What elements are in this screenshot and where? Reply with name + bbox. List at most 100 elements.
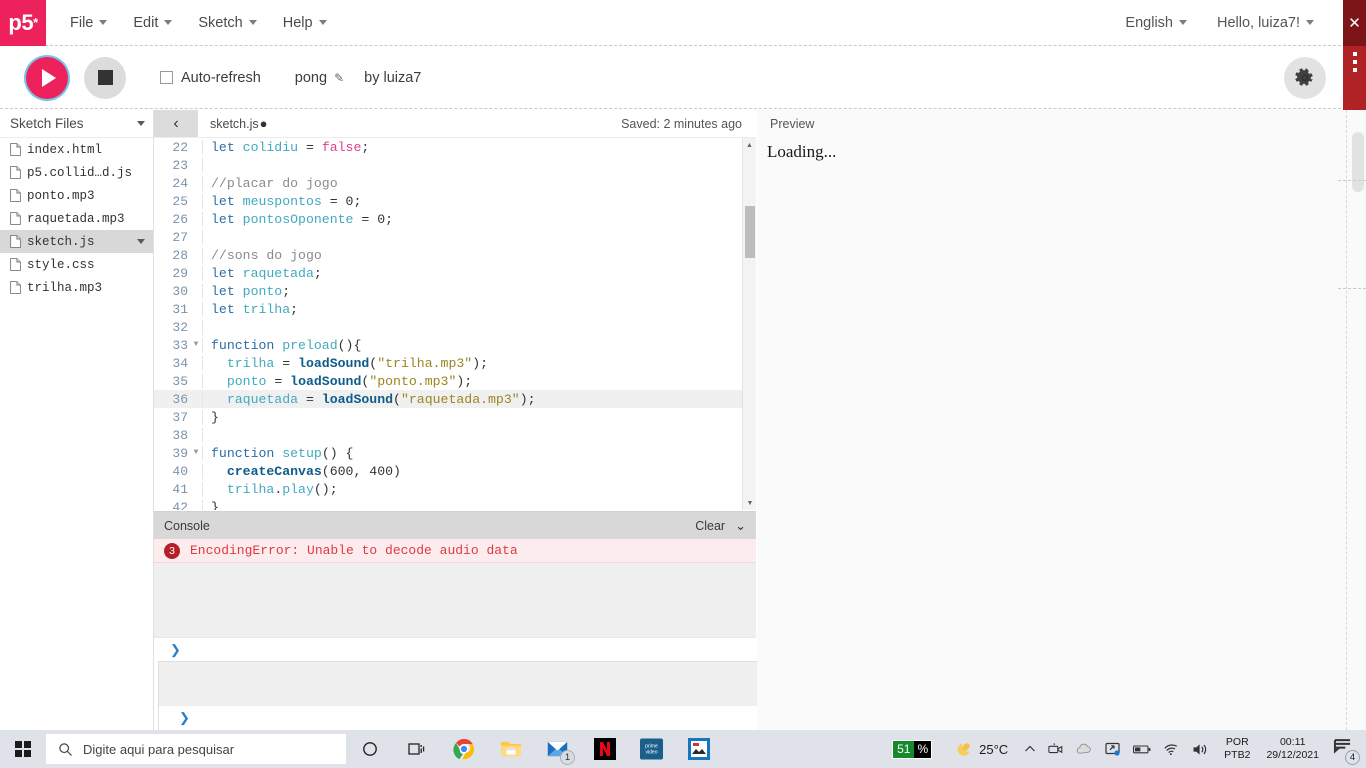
code-line[interactable]: 38 bbox=[154, 426, 756, 444]
code-line[interactable]: 32 bbox=[154, 318, 756, 336]
browser-overflow-menu[interactable] bbox=[1343, 46, 1366, 110]
file-item-raquetada-mp3[interactable]: raquetada.mp3 bbox=[0, 207, 153, 230]
screen-cast-tray-icon[interactable] bbox=[1099, 730, 1127, 768]
file-item-p5-collid-d-js[interactable]: p5.collid…d.js bbox=[0, 161, 153, 184]
auto-refresh-checkbox[interactable] bbox=[160, 71, 173, 84]
code-line[interactable]: 29 let raquetada; bbox=[154, 264, 756, 282]
language-indicator[interactable]: POR PTB2 bbox=[1216, 736, 1258, 762]
preview-loading-text: Loading... bbox=[767, 142, 837, 161]
onedrive-tray-icon[interactable] bbox=[1070, 730, 1099, 768]
code-line[interactable]: 33 ▼ function preload(){ bbox=[154, 336, 756, 354]
preview-header: Preview bbox=[757, 110, 1366, 138]
code-line[interactable]: 28 //sons do jogo bbox=[154, 246, 756, 264]
console-clear-button[interactable]: Clear bbox=[695, 519, 725, 533]
windows-logo-icon bbox=[15, 741, 31, 757]
editor-scrollbar[interactable]: ▲ ▼ bbox=[742, 138, 756, 510]
code-line[interactable]: 37} bbox=[154, 408, 756, 426]
taskbar-mail-button[interactable]: 1 bbox=[534, 730, 581, 768]
editor-scrollbar-thumb[interactable] bbox=[745, 206, 755, 258]
file-list: index.html p5.collid…d.js ponto.mp3 raqueta… bbox=[0, 138, 153, 299]
collapse-sidebar-button[interactable]: ‹ bbox=[154, 110, 198, 137]
camera-icon bbox=[1048, 743, 1063, 754]
code-line[interactable]: 25 let meuspontos = 0; bbox=[154, 192, 756, 210]
chevron-down-icon[interactable]: ⌄ bbox=[735, 518, 746, 534]
taskbar-chrome-button[interactable] bbox=[440, 730, 487, 768]
chevron-down-icon[interactable] bbox=[137, 121, 145, 126]
file-item-label: style.css bbox=[27, 257, 95, 272]
pencil-icon[interactable]: ✎ bbox=[334, 71, 344, 85]
weather-moon-icon[interactable] bbox=[950, 730, 979, 768]
file-item-ponto-mp3[interactable]: ponto.mp3 bbox=[0, 184, 153, 207]
scroll-down-arrow-icon[interactable]: ▼ bbox=[743, 496, 756, 510]
clock-widget[interactable]: 00:11 29/12/2021 bbox=[1258, 736, 1327, 762]
code-area[interactable]: 22 let colidiu = false; 23 24 //placar do j… bbox=[154, 138, 756, 510]
menu-edit[interactable]: Edit bbox=[121, 9, 184, 37]
run-sketch-button[interactable] bbox=[26, 56, 68, 99]
taskbar-prime-video-button[interactable]: prime video bbox=[628, 730, 675, 768]
camera-tray-icon[interactable] bbox=[1042, 730, 1070, 768]
sidebar-header[interactable]: Sketch Files bbox=[0, 110, 153, 138]
file-item-style-css[interactable]: style.css bbox=[0, 253, 153, 276]
file-item-sketch-js[interactable]: sketch.js bbox=[0, 230, 153, 253]
taskbar-file-explorer-button[interactable] bbox=[487, 730, 534, 768]
settings-button[interactable] bbox=[1284, 56, 1326, 99]
p5-logo[interactable]: p5 * bbox=[0, 0, 46, 46]
code-line[interactable]: 34 trilha = loadSound("trilha.mp3"); bbox=[154, 354, 756, 372]
menu-file[interactable]: File bbox=[58, 9, 119, 37]
file-item-trilha-mp3[interactable]: trilha.mp3 bbox=[0, 276, 153, 299]
code-token: let bbox=[211, 193, 243, 209]
menu-help[interactable]: Help bbox=[271, 9, 339, 37]
task-view-cortana-button[interactable] bbox=[346, 730, 393, 768]
code-line[interactable]: 22 let colidiu = false; bbox=[154, 138, 756, 156]
menu-sketch[interactable]: Sketch bbox=[186, 9, 268, 37]
start-button[interactable] bbox=[0, 730, 46, 768]
cortana-circle-icon bbox=[362, 742, 377, 756]
auto-refresh-toggle[interactable]: Auto-refresh bbox=[160, 70, 261, 86]
language-selector[interactable]: English bbox=[1113, 9, 1199, 37]
scroll-up-arrow-icon[interactable]: ▲ bbox=[743, 138, 756, 152]
volume-tray-icon[interactable] bbox=[1186, 730, 1216, 768]
code-fold-icon[interactable]: ▼ bbox=[190, 336, 202, 354]
code-token: play bbox=[282, 481, 314, 497]
code-token: 400 bbox=[369, 463, 394, 479]
battery-percent-widget[interactable]: 51 % bbox=[892, 739, 933, 759]
taskbar-netflix-button[interactable] bbox=[581, 730, 628, 768]
code-line[interactable]: 42} bbox=[154, 498, 756, 510]
stop-sketch-button[interactable] bbox=[84, 56, 126, 99]
file-item-index-html[interactable]: index.html bbox=[0, 138, 153, 161]
account-menu[interactable]: Hello, luiza7! bbox=[1205, 9, 1326, 37]
code-line-text: createCanvas(600, 400) bbox=[202, 463, 756, 479]
code-fold-icon[interactable]: ▼ bbox=[190, 444, 202, 462]
taskbar-search-input[interactable]: Digite aqui para pesquisar bbox=[46, 734, 346, 764]
mail-badge: 1 bbox=[560, 750, 575, 765]
battery-tray-icon[interactable] bbox=[1127, 730, 1157, 768]
code-line[interactable]: 23 bbox=[154, 156, 756, 174]
code-line[interactable]: 36 raquetada = loadSound("raquetada.mp3"… bbox=[154, 390, 756, 408]
browser-scrollbar-area[interactable] bbox=[1338, 110, 1366, 730]
browser-close-button[interactable]: ✕ bbox=[1343, 0, 1366, 46]
tab-sketch-js[interactable]: sketch.js ● bbox=[198, 110, 280, 137]
console-output-area bbox=[154, 563, 756, 637]
chevron-down-icon[interactable] bbox=[137, 239, 145, 244]
search-icon bbox=[59, 742, 72, 756]
code-line[interactable]: 30 let ponto; bbox=[154, 282, 756, 300]
code-line[interactable]: 26 let pontosOponente = 0; bbox=[154, 210, 756, 228]
code-line[interactable]: 40 createCanvas(600, 400) bbox=[154, 462, 756, 480]
task-view-button[interactable] bbox=[393, 730, 440, 768]
clock-time: 00:11 bbox=[1279, 736, 1306, 748]
code-line[interactable]: 41 trilha.play(); bbox=[154, 480, 756, 498]
console-input-row[interactable]: ❯ bbox=[154, 637, 756, 661]
code-line[interactable]: 24 //placar do jogo bbox=[154, 174, 756, 192]
code-line[interactable]: 31 let trilha; bbox=[154, 300, 756, 318]
secondary-console-input-row[interactable]: ❯ bbox=[159, 706, 761, 730]
code-line-text bbox=[202, 427, 756, 443]
code-line[interactable]: 27 bbox=[154, 228, 756, 246]
code-token: ; bbox=[385, 211, 394, 227]
taskbar-app-button[interactable] bbox=[675, 730, 722, 768]
code-line[interactable]: 39 ▼ function setup() { bbox=[154, 444, 756, 462]
code-line[interactable]: 35 ponto = loadSound("ponto.mp3"); bbox=[154, 372, 756, 390]
show-hidden-icons-button[interactable] bbox=[1018, 730, 1042, 768]
wifi-tray-icon[interactable] bbox=[1157, 730, 1186, 768]
notification-center-button[interactable]: 4 bbox=[1327, 738, 1362, 765]
browser-scrollbar-thumb[interactable] bbox=[1352, 132, 1364, 192]
